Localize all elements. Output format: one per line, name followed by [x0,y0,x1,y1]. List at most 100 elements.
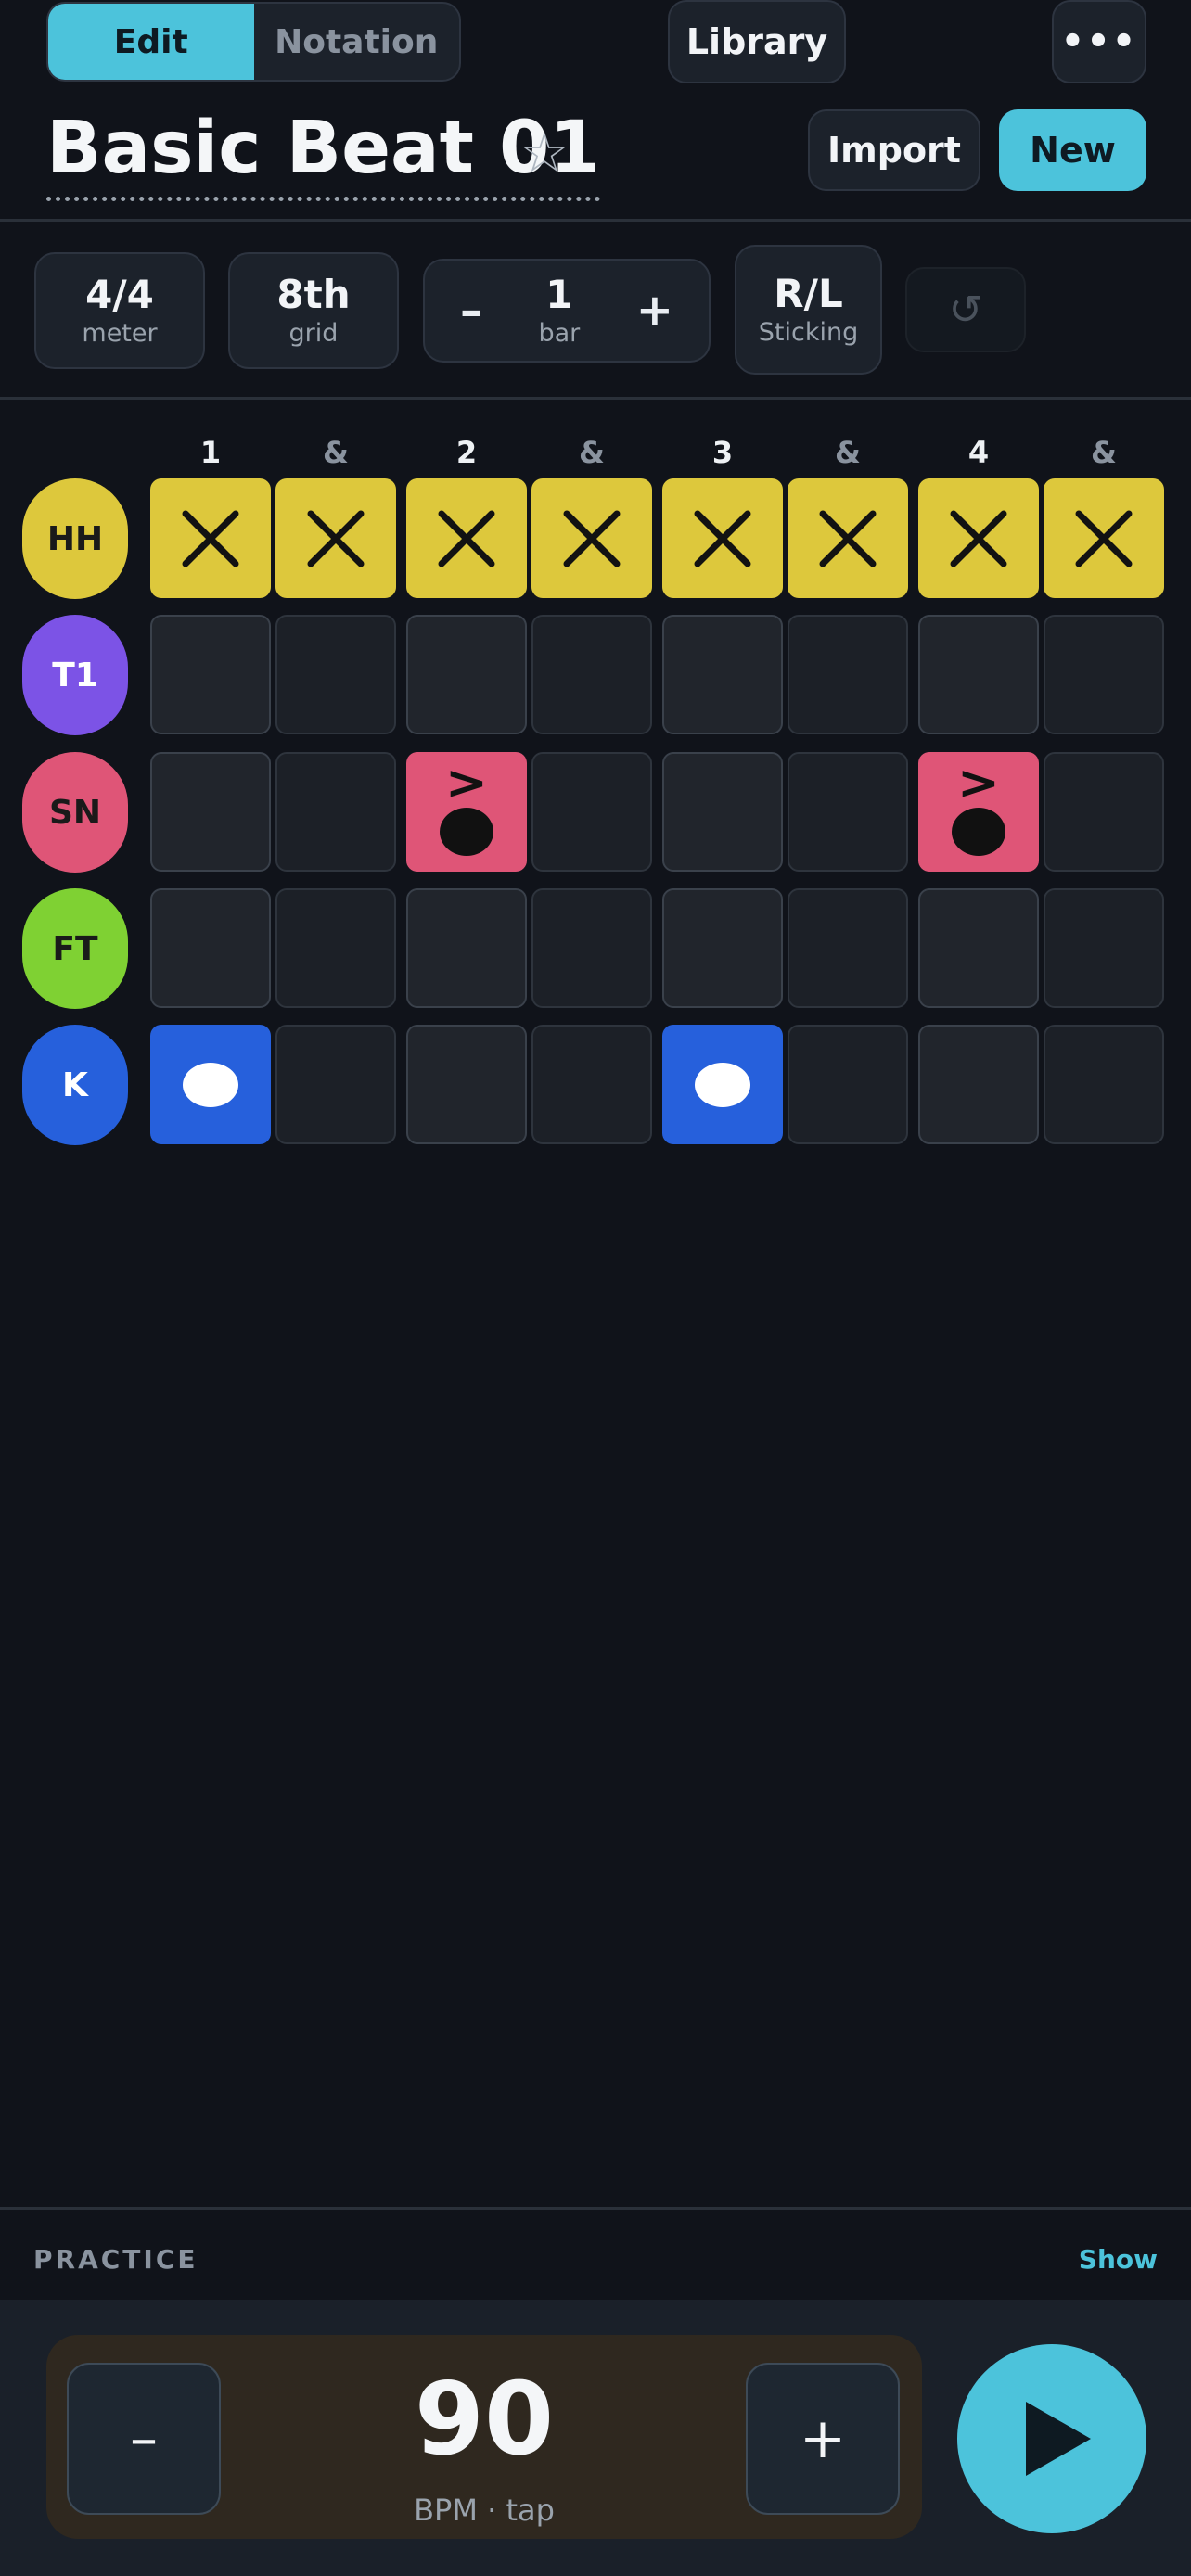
hihat-x-icon [563,510,621,567]
sticking-label: Sticking [758,318,859,347]
grid-cell[interactable] [406,1025,527,1144]
practice-label: PRACTICE [33,2244,198,2275]
beat-label: 2 [455,435,478,470]
accent-icon: > [444,755,489,810]
grid-cell[interactable] [531,752,652,872]
grid-value: 8th [276,272,351,317]
bar-value: 1 [545,272,573,317]
tab-edit[interactable]: Edit [48,4,254,80]
grid-cell[interactable] [1044,615,1164,734]
grid-cell[interactable] [1044,752,1164,872]
beat-label: 3 [711,435,734,470]
grid-cell[interactable]: > [406,752,527,872]
undo-icon: ↺ [948,286,983,334]
instrument-ft[interactable]: FT [22,888,128,1009]
hihat-x-icon [950,510,1007,567]
grid-cell[interactable] [788,752,908,872]
grid-cell[interactable] [406,615,527,734]
grid-cell[interactable] [531,888,652,1008]
grid-cell[interactable] [662,888,783,1008]
hihat-x-icon [819,510,877,567]
meter-value: 4/4 [85,272,154,317]
grid-cell[interactable] [918,1025,1039,1144]
beat-label: & [1091,435,1117,470]
grid-control[interactable]: 8th grid [228,252,399,369]
hihat-x-icon [1075,510,1133,567]
tempo-increment-button[interactable]: + [746,2363,900,2515]
beat-label: & [323,435,349,470]
note-head-icon [695,1062,750,1107]
note-head-icon [952,807,1005,856]
favorite-star-icon[interactable]: ☆ [519,121,570,185]
grid-cell[interactable] [1044,888,1164,1008]
practice-show-button[interactable]: Show [1079,2244,1158,2275]
grid-cell[interactable] [1044,478,1164,598]
bpm-value[interactable]: 90 [278,2365,690,2476]
meter-control[interactable]: 4/4 meter [34,252,205,369]
grid-cell[interactable] [275,478,396,598]
hihat-x-icon [694,510,751,567]
grid-cell[interactable] [150,615,271,734]
grid-cell[interactable] [662,752,783,872]
grid-cell[interactable]: > [918,752,1039,872]
grid-cell[interactable] [275,1025,396,1144]
divider [0,219,1191,222]
mode-toggle: Edit Notation [46,2,461,82]
bpm-tap-label[interactable]: BPM · tap [278,2493,690,2528]
instrument-hh[interactable]: HH [22,478,128,599]
grid-cell[interactable] [662,1025,783,1144]
hihat-x-icon [182,510,239,567]
instrument-k[interactable]: K [22,1025,128,1145]
grid-cell[interactable] [275,615,396,734]
grid-cell[interactable] [150,888,271,1008]
grid-cell[interactable] [150,752,271,872]
grid-label: grid [288,319,339,348]
beat-label: 4 [967,435,990,470]
grid-cell[interactable] [531,478,652,598]
library-button[interactable]: Library [668,0,846,83]
grid-cell[interactable] [788,888,908,1008]
bar-stepper: – 1 bar + [423,259,711,363]
beat-label: & [579,435,605,470]
hihat-x-icon [307,510,365,567]
instrument-sn[interactable]: SN [22,752,128,873]
grid-cell[interactable] [406,888,527,1008]
tempo-decrement-button[interactable]: – [67,2363,221,2515]
grid-cell[interactable] [788,1025,908,1144]
bar-decrement-button[interactable]: – [460,285,482,337]
more-icon: ••• [1060,20,1138,63]
accent-icon: > [956,755,1001,810]
grid-cell[interactable] [918,478,1039,598]
sticking-control[interactable]: R/L Sticking [735,245,882,375]
beat-label: & [835,435,861,470]
note-head-icon [183,1062,238,1107]
bar-label: bar [538,319,581,348]
grid-cell[interactable] [662,615,783,734]
grid-cell[interactable] [1044,1025,1164,1144]
more-options-button[interactable]: ••• [1052,0,1146,83]
grid-cell[interactable] [275,888,396,1008]
bar-increment-button[interactable]: + [636,285,673,337]
grid-cell[interactable] [918,888,1039,1008]
sticking-value: R/L [774,271,843,316]
grid-cell[interactable] [531,615,652,734]
grid-cell[interactable] [788,615,908,734]
grid-cell[interactable] [150,1025,271,1144]
grid-cell[interactable] [275,752,396,872]
beat-label: 1 [199,435,222,470]
tab-notation[interactable]: Notation [254,4,460,80]
new-button[interactable]: New [999,109,1146,191]
grid-cell[interactable] [662,478,783,598]
play-button[interactable] [957,2344,1146,2533]
pattern-title[interactable]: Basic Beat 01 [46,102,600,201]
hihat-x-icon [438,510,495,567]
grid-cell[interactable] [150,478,271,598]
grid-cell[interactable] [918,615,1039,734]
import-button[interactable]: Import [808,109,980,191]
play-icon [1026,2402,1091,2476]
grid-cell[interactable] [788,478,908,598]
grid-cell[interactable] [531,1025,652,1144]
undo-button[interactable]: ↺ [905,267,1026,352]
instrument-t1[interactable]: T1 [22,615,128,735]
grid-cell[interactable] [406,478,527,598]
